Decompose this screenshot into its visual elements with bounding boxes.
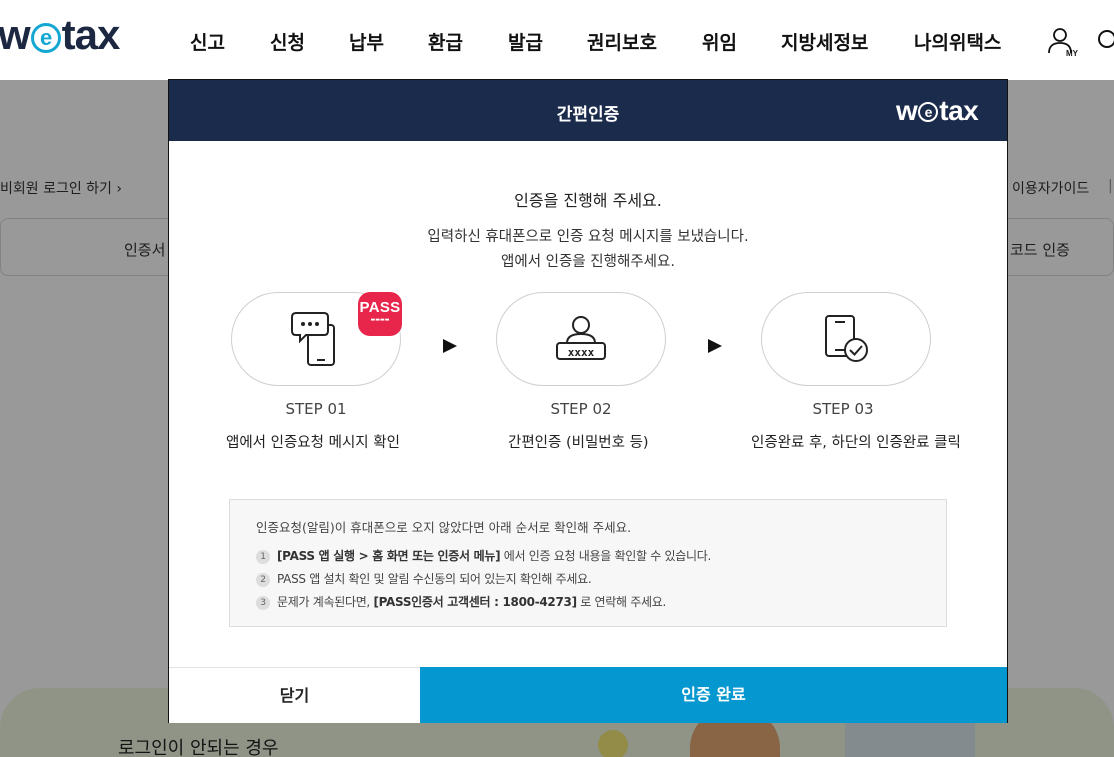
step-03-icon-frame — [761, 292, 931, 386]
close-button[interactable]: 닫기 — [169, 667, 420, 723]
phone-chat-icon — [291, 312, 335, 366]
nav-delegation[interactable]: 위임 — [702, 28, 737, 55]
simple-auth-modal: 간편인증 w e tax 인증을 진행해 주세요. 입력하신 휴대폰으로 인증 요청… — [168, 79, 1008, 723]
step-01-label: STEP 01 — [285, 400, 347, 418]
modal-wetax-logo: w e tax — [896, 95, 979, 126]
troubleshooting-notice: 인증요청(알림)이 휴대폰으로 오지 않았다면 아래 순서로 확인해 주세요. … — [229, 499, 947, 627]
my-page-icon[interactable]: MY — [1046, 26, 1080, 58]
pass-app-badge: PASS ▬▬▬▬ — [358, 292, 402, 336]
play-arrow-icon — [443, 339, 457, 353]
auth-headline: 인증을 진행해 주세요. — [514, 191, 662, 210]
step-03-desc: 인증완료 후, 하단의 인증완료 클릭 — [751, 435, 961, 451]
svg-text:MY: MY — [1066, 49, 1079, 58]
nav-rights[interactable]: 권리보호 — [587, 28, 657, 55]
modal-title: 간편인증 — [556, 105, 620, 125]
notice-item-2: 2 PASS 앱 설치 확인 및 알림 수신동의 되어 있는지 확인해 주세요. — [256, 570, 592, 587]
auth-complete-button[interactable]: 인증 완료 — [420, 667, 1007, 723]
nav-issue[interactable]: 발급 — [508, 28, 543, 55]
step-02-icon-frame: xxxx — [496, 292, 666, 386]
play-arrow-icon — [708, 339, 722, 353]
svg-text:xxxx: xxxx — [568, 346, 595, 359]
search-icon[interactable] — [1096, 28, 1114, 52]
pass-badge-subtext: ▬▬▬▬ — [370, 317, 390, 323]
phone-check-icon — [825, 315, 868, 362]
notice-item-1: 1 [PASS 앱 실행 > 홈 화면 또는 인증서 메뉴] 에서 인증 요청 내… — [256, 547, 711, 564]
auth-subline-1: 입력하신 휴대폰으로 인증 요청 메시지를 보냈습니다. — [427, 229, 749, 245]
notice-title: 인증요청(알림)이 휴대폰으로 오지 않았다면 아래 순서로 확인해 주세요. — [256, 520, 632, 535]
nav-my-wetax[interactable]: 나의위택스 — [914, 28, 1001, 55]
step-03-label: STEP 03 — [812, 400, 874, 418]
step-02-label: STEP 02 — [550, 400, 612, 418]
user-password-icon: xxxx — [556, 316, 606, 360]
nav-refund[interactable]: 환급 — [428, 28, 463, 55]
nav-report[interactable]: 신고 — [190, 28, 225, 55]
step-01-desc: 앱에서 인증요청 메시지 확인 — [226, 435, 400, 451]
modal-header: 간편인증 w e tax — [169, 80, 1007, 141]
auth-subline-2: 앱에서 인증을 진행해주세요. — [501, 254, 675, 270]
nav-apply[interactable]: 신청 — [270, 28, 305, 55]
notice-item-3: 3 문제가 계속된다면, [PASS인증서 고객센터 : 1800-4273] 로… — [256, 593, 666, 610]
nav-payment[interactable]: 납부 — [349, 28, 384, 55]
site-header: w e tax 신고 신청 납부 환급 발급 권리보호 위임 지방세정보 나의위택스… — [0, 0, 1114, 80]
nav-local-tax-info[interactable]: 지방세정보 — [781, 28, 868, 55]
wetax-logo[interactable]: w e tax — [0, 14, 120, 56]
step-02-desc: 간편인증 (비밀번호 등) — [508, 435, 649, 451]
